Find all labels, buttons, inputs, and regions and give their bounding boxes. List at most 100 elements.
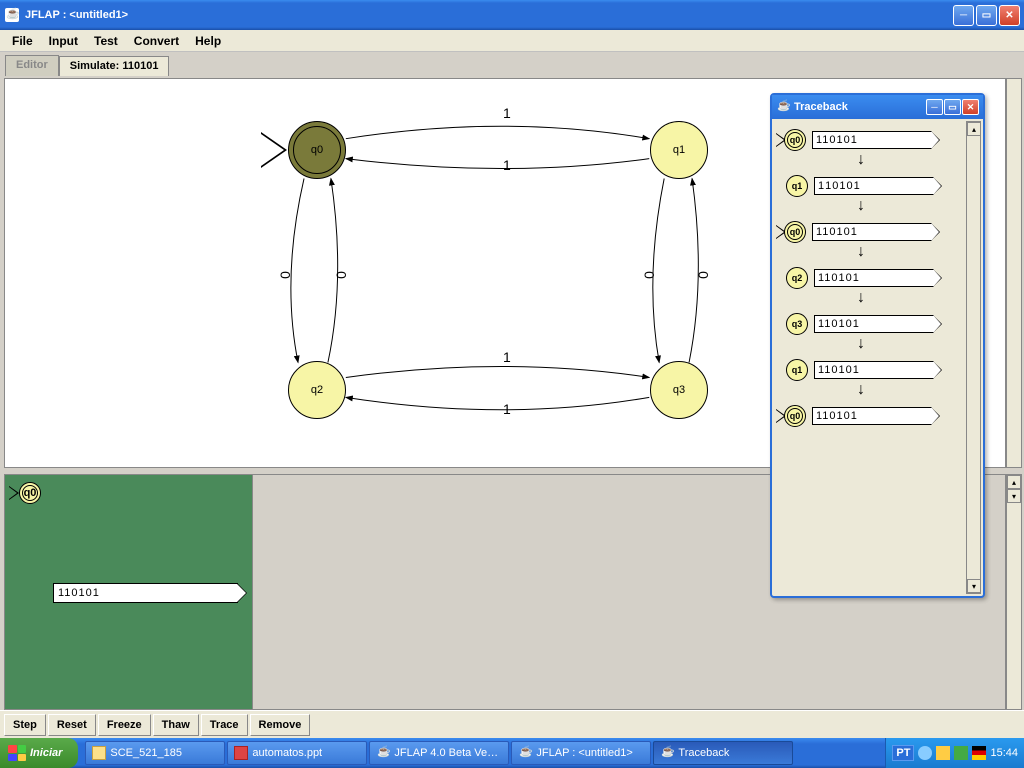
scroll-down-icon[interactable]: ▾ — [967, 579, 981, 593]
traceback-state: q0 — [784, 405, 806, 427]
sim-tape: 110101 — [53, 583, 238, 603]
down-arrow-icon: ↓ — [857, 335, 865, 353]
down-arrow-icon: ↓ — [857, 151, 865, 169]
traceback-scrollbar[interactable]: ▴ ▾ — [966, 121, 981, 594]
traceback-row: q1110101 — [776, 175, 934, 197]
edge-label: 0 — [333, 271, 349, 279]
menu-input[interactable]: Input — [43, 32, 84, 50]
reset-button[interactable]: Reset — [48, 714, 96, 736]
edge-label: 1 — [503, 157, 511, 173]
down-arrow-icon: ↓ — [857, 197, 865, 215]
sim-scrollbar[interactable]: ▴ ▾ — [1006, 474, 1022, 710]
scroll-down-icon[interactable]: ▾ — [1007, 489, 1021, 503]
tray-icon[interactable] — [936, 746, 950, 760]
menu-file[interactable]: File — [6, 32, 39, 50]
remove-button[interactable]: Remove — [250, 714, 311, 736]
windows-logo-icon — [8, 745, 26, 761]
tray-icon[interactable] — [972, 746, 986, 760]
traceback-close-button[interactable]: ✕ — [962, 99, 979, 115]
clock[interactable]: 15:44 — [990, 747, 1018, 759]
traceback-row: q3 110101 — [776, 313, 934, 335]
sim-current-state: q0 — [19, 482, 41, 504]
state-q0[interactable]: q0 — [288, 121, 346, 179]
java-icon — [4, 7, 20, 23]
traceback-state: q0 — [784, 129, 806, 151]
taskbar-item-active[interactable]: Traceback — [653, 741, 793, 765]
simulation-toolbar: Step Reset Freeze Thaw Trace Remove — [0, 710, 1024, 738]
traceback-body: q0110101↓q1110101↓q0110101↓q2110101↓q311… — [772, 119, 983, 596]
language-indicator[interactable]: PT — [892, 745, 914, 761]
minimize-button[interactable]: ─ — [953, 5, 974, 26]
system-tray: PT 15:44 — [885, 738, 1024, 768]
step-button[interactable]: Step — [4, 714, 46, 736]
down-arrow-icon: ↓ — [857, 243, 865, 261]
start-marker-icon — [9, 486, 19, 500]
state-q1[interactable]: q1 — [650, 121, 708, 179]
folder-icon — [92, 746, 106, 760]
traceback-row: q2 110101 — [776, 267, 934, 289]
traceback-tape: 110101 — [814, 361, 934, 379]
tray-icon[interactable] — [954, 746, 968, 760]
edge-label: 0 — [641, 271, 657, 279]
thaw-button[interactable]: Thaw — [153, 714, 199, 736]
edge-label: 0 — [277, 271, 293, 279]
down-arrow-icon: ↓ — [857, 381, 865, 399]
powerpoint-icon — [234, 746, 248, 760]
edge-label: 1 — [503, 105, 511, 121]
taskbar-item[interactable]: SCE_521_185 — [85, 741, 225, 765]
tab-bar: Editor Simulate: 110101 — [0, 52, 1024, 76]
traceback-maximize-button[interactable]: ▭ — [944, 99, 961, 115]
scroll-up-icon[interactable]: ▴ — [1007, 475, 1021, 489]
tab-editor[interactable]: Editor — [5, 55, 59, 76]
menu-help[interactable]: Help — [189, 32, 227, 50]
java-icon — [660, 746, 674, 760]
edge-label: 0 — [695, 271, 711, 279]
traceback-state: q3 — [786, 313, 808, 335]
traceback-row: q0 110101 — [776, 129, 932, 151]
traceback-tape: 110101 — [814, 315, 934, 333]
traceback-titlebar[interactable]: Traceback ─ ▭ ✕ — [772, 95, 983, 119]
traceback-tape: 110101 — [812, 223, 932, 241]
window-titlebar: JFLAP : <untitled1> ─ ▭ ✕ — [0, 0, 1024, 30]
traceback-window[interactable]: Traceback ─ ▭ ✕ q0110101↓q1110101↓q01101… — [770, 93, 985, 598]
menu-convert[interactable]: Convert — [128, 32, 185, 50]
taskbar-item[interactable]: automatos.ppt — [227, 741, 367, 765]
taskbar-item[interactable]: JFLAP 4.0 Beta Ve… — [369, 741, 509, 765]
traceback-minimize-button[interactable]: ─ — [926, 99, 943, 115]
start-marker — [261, 132, 287, 168]
traceback-state: q1 — [786, 175, 808, 197]
state-q2[interactable]: q2 — [288, 361, 346, 419]
traceback-title: Traceback — [794, 101, 926, 113]
java-icon — [776, 100, 790, 114]
taskbar-item[interactable]: JFLAP : <untitled1> — [511, 741, 651, 765]
traceback-tape: 110101 — [812, 131, 932, 149]
traceback-row: q0 110101 — [776, 405, 932, 427]
window-title: JFLAP : <untitled1> — [25, 9, 953, 21]
start-button[interactable]: Iniciar — [0, 738, 78, 768]
down-arrow-icon: ↓ — [857, 289, 865, 307]
tape-end-icon — [237, 583, 247, 603]
menubar: File Input Test Convert Help — [0, 30, 1024, 52]
freeze-button[interactable]: Freeze — [98, 714, 151, 736]
close-button[interactable]: ✕ — [999, 5, 1020, 26]
taskbar: Iniciar SCE_521_185 automatos.ppt JFLAP … — [0, 738, 1024, 768]
maximize-button[interactable]: ▭ — [976, 5, 997, 26]
traceback-state: q0 — [784, 221, 806, 243]
menu-test[interactable]: Test — [88, 32, 124, 50]
tab-simulate[interactable]: Simulate: 110101 — [59, 56, 170, 77]
tray-icon[interactable] — [918, 746, 932, 760]
canvas-scrollbar[interactable] — [1006, 78, 1022, 468]
trace-button[interactable]: Trace — [201, 714, 248, 736]
traceback-state: q2 — [786, 267, 808, 289]
traceback-tape: 110101 — [812, 407, 932, 425]
edge-label: 1 — [503, 401, 511, 417]
java-icon — [518, 746, 532, 760]
traceback-state: q1 — [786, 359, 808, 381]
traceback-row: q1 110101 — [776, 359, 934, 381]
traceback-tape: 110101 — [814, 269, 934, 287]
java-icon — [376, 746, 390, 760]
state-q3[interactable]: q3 — [650, 361, 708, 419]
edge-label: 1 — [503, 349, 511, 365]
simulation-track[interactable]: q0 110101 — [5, 475, 253, 709]
scroll-up-icon[interactable]: ▴ — [967, 122, 981, 136]
